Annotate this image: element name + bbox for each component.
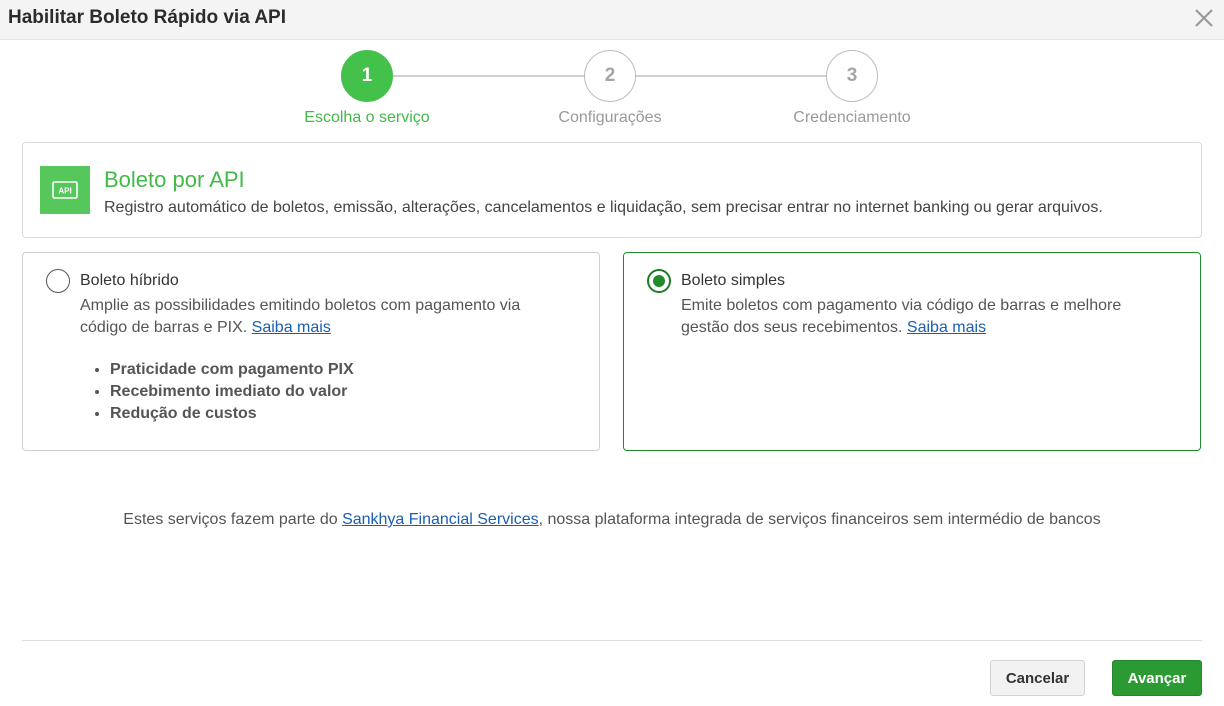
saiba-mais-link[interactable]: Saiba mais — [252, 319, 331, 336]
step-3-label: Credenciamento — [793, 109, 911, 126]
option-title: Boleto simples — [681, 272, 786, 289]
step-connector — [392, 75, 585, 77]
step-1-circle: 1 — [341, 50, 393, 102]
list-item: Recebimento imediato do valor — [110, 381, 354, 403]
step-2-label: Configurações — [558, 109, 662, 126]
footer-divider — [22, 640, 1202, 641]
option-description: Emite boletos com pagamento via código d… — [681, 297, 1122, 336]
svg-text:API: API — [58, 187, 71, 196]
radio-selected-dot — [653, 275, 665, 287]
radio-boleto-simples[interactable] — [647, 269, 671, 293]
platform-note: Estes serviços fazem parte do Sankhya Fi… — [123, 511, 1101, 528]
step-connector — [635, 75, 827, 77]
wizard-stepper: 1 2 3 Escolha o serviço Configurações Cr… — [0, 50, 1224, 130]
api-icon: API — [40, 166, 90, 214]
benefits-list: Praticidade com pagamento PIX Recebiment… — [110, 359, 354, 425]
list-item: Praticidade com pagamento PIX — [110, 359, 354, 381]
dialog-titlebar: Habilitar Boleto Rápido via API — [0, 0, 1224, 40]
close-icon[interactable] — [1192, 6, 1216, 30]
step-3-circle: 3 — [826, 50, 878, 102]
sankhya-financial-services-link[interactable]: Sankhya Financial Services — [342, 511, 539, 528]
service-card: API Boleto por API Registro automático d… — [22, 142, 1202, 238]
saiba-mais-link[interactable]: Saiba mais — [907, 319, 986, 336]
service-description: Registro automático de boletos, emissão,… — [104, 199, 1103, 216]
cancel-button[interactable]: Cancelar — [990, 660, 1085, 696]
list-item: Redução de custos — [110, 403, 354, 425]
dialog-title: Habilitar Boleto Rápido via API — [8, 7, 287, 28]
step-2-circle: 2 — [584, 50, 636, 102]
option-boleto-simples[interactable]: Boleto simples Emite boletos com pagamen… — [623, 252, 1201, 451]
enable-boleto-dialog: Habilitar Boleto Rápido via API 1 2 3 Es… — [0, 0, 1224, 706]
step-1-label: Escolha o serviço — [304, 109, 430, 126]
next-button[interactable]: Avançar — [1112, 660, 1202, 696]
option-boleto-hibrido[interactable]: Boleto híbrido Amplie as possibilidades … — [22, 252, 600, 451]
service-title: Boleto por API — [104, 167, 245, 192]
radio-boleto-hibrido[interactable] — [46, 269, 70, 293]
option-title: Boleto híbrido — [80, 272, 179, 289]
option-description: Amplie as possibilidades emitindo boleto… — [80, 297, 521, 336]
